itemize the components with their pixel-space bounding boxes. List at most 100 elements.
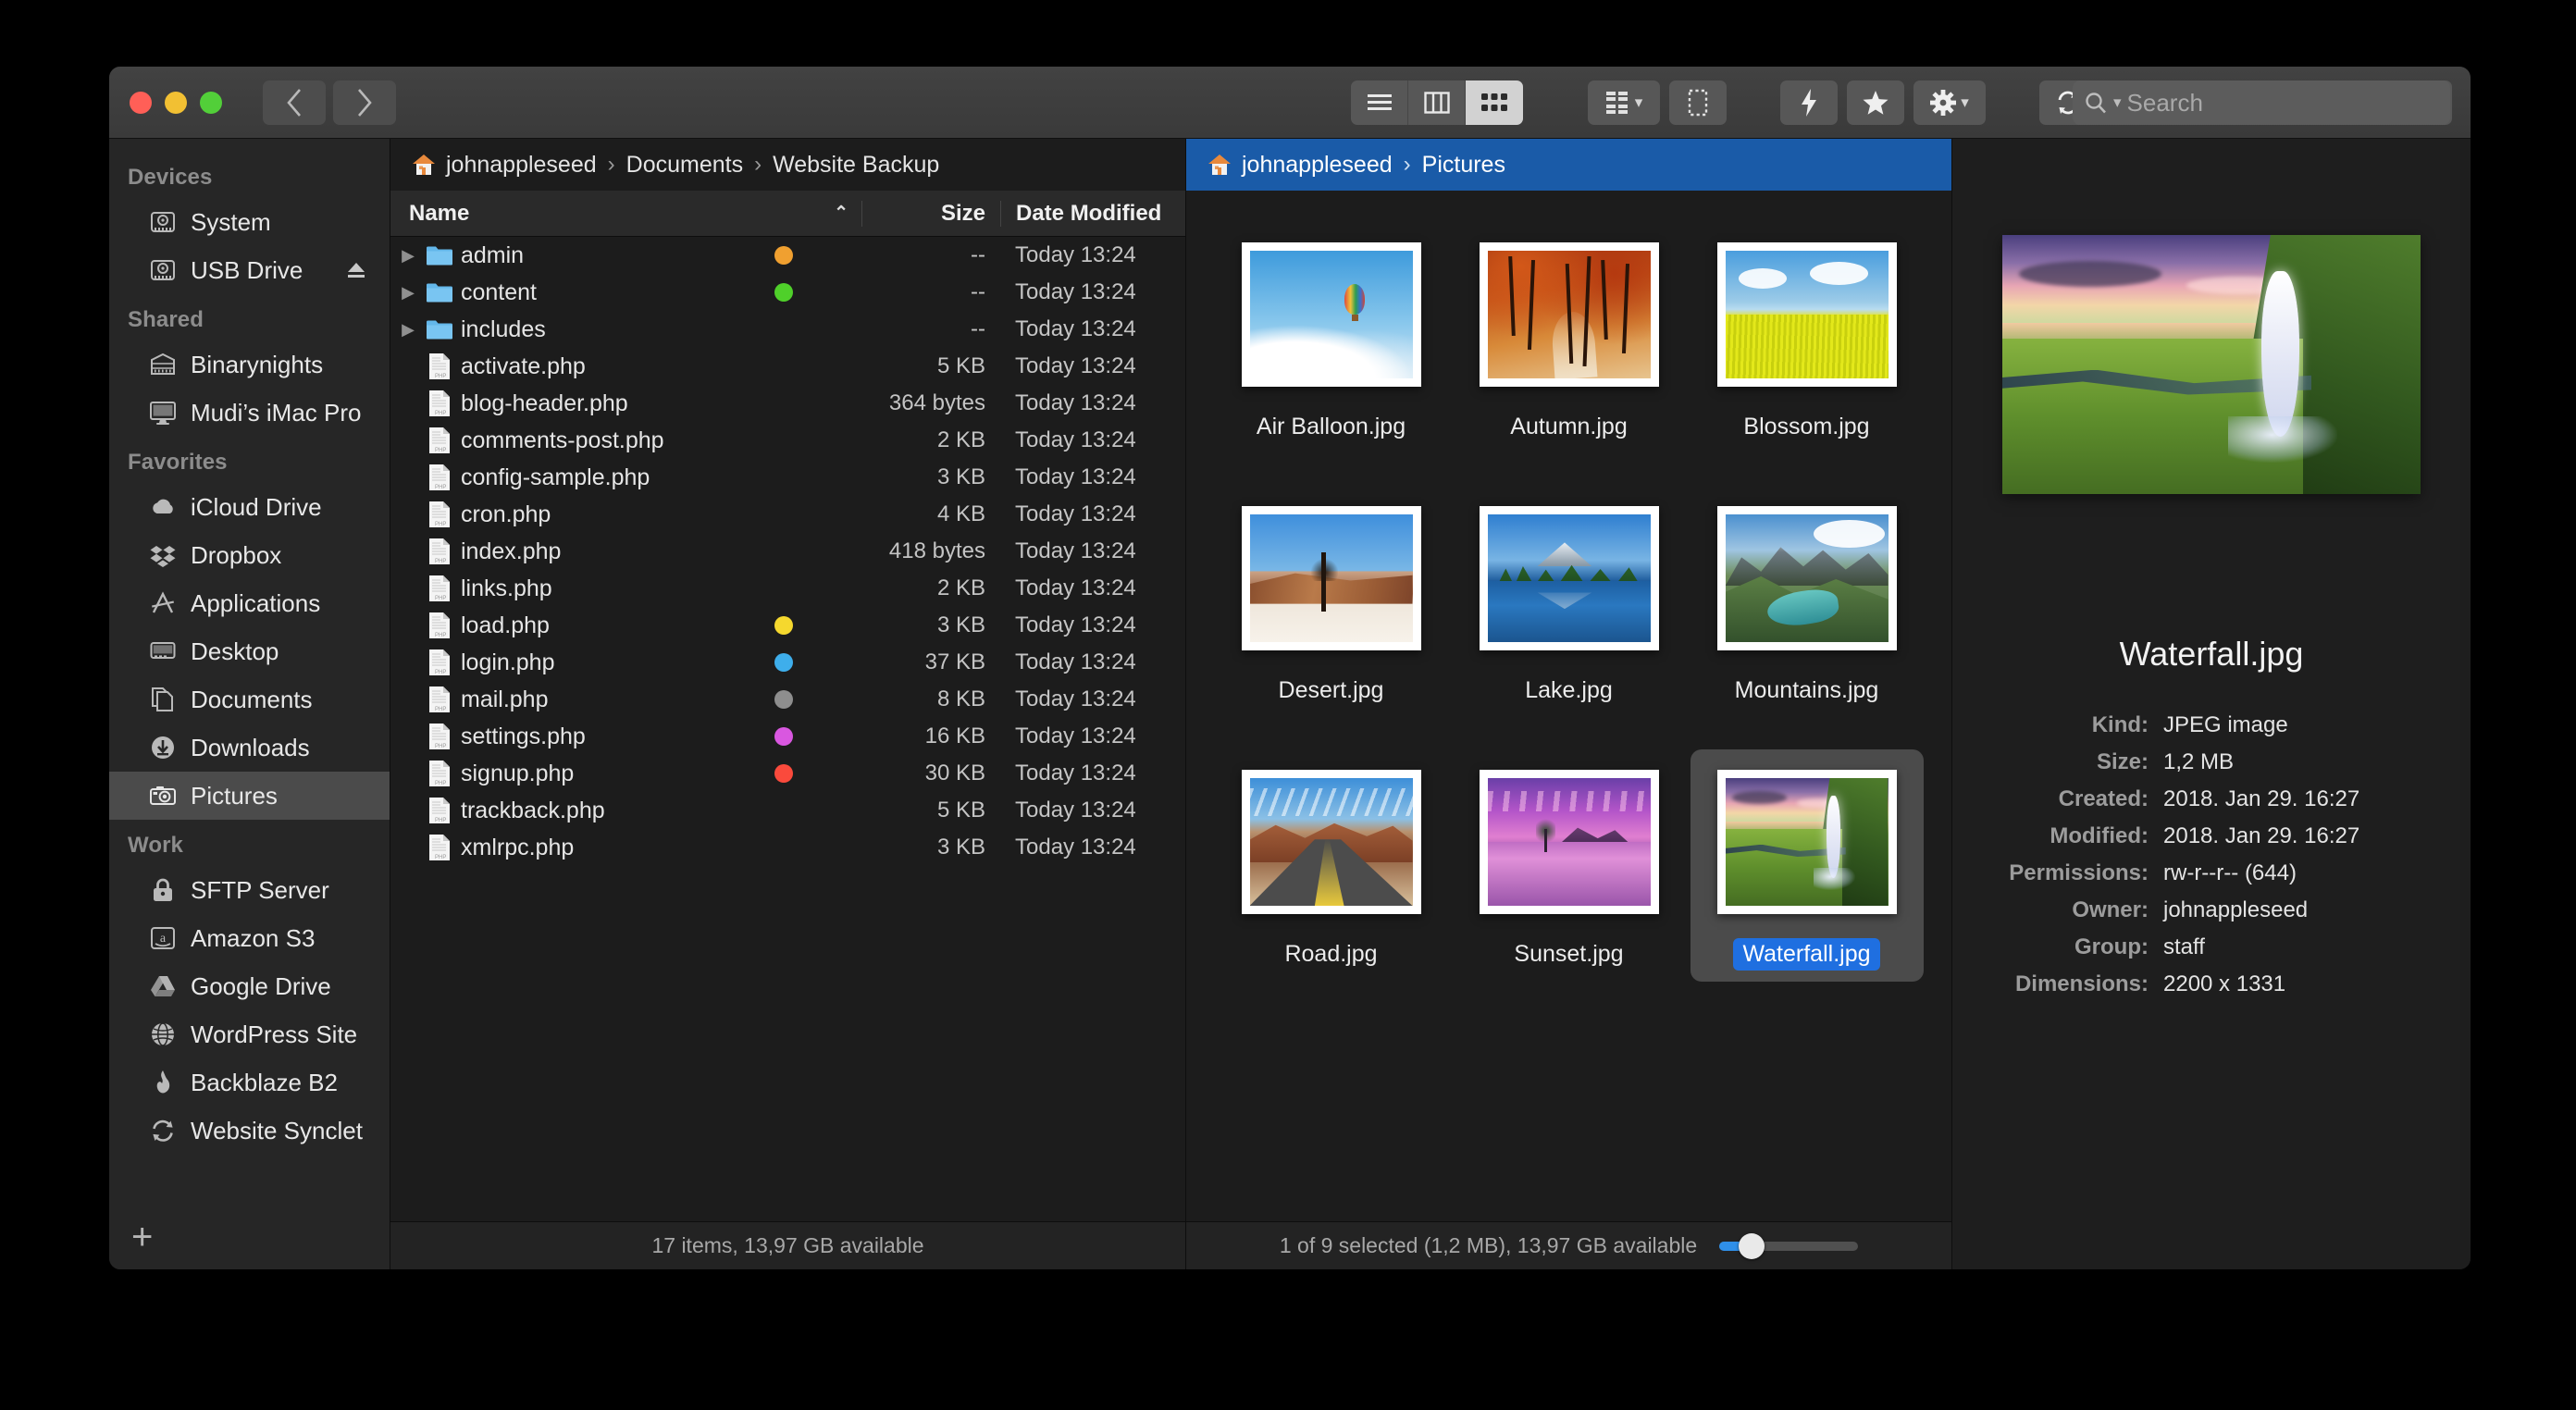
sidebar-item-desktop[interactable]: Desktop — [109, 627, 390, 675]
sidebar-item-label: Applications — [191, 588, 321, 617]
icon-size-slider[interactable] — [1719, 1232, 1859, 1259]
breadcrumb-segment[interactable]: Pictures — [1422, 152, 1505, 179]
metadata-row: Modified: 2018. Jan 29. 16:27 — [1991, 823, 2432, 849]
sidebar-item-usb-drive[interactable]: USB Drive — [109, 246, 390, 294]
sidebar-item-label: Google Drive — [191, 971, 331, 1000]
sidebar-item-sftp-server[interactable]: SFTP Server — [109, 866, 390, 914]
breadcrumb-segment[interactable]: Website Backup — [773, 152, 939, 179]
toolbar: ▾ ▾ ▾ Search — [109, 67, 2471, 139]
table-row[interactable]: ▶ admin -- Today 13:24 — [390, 237, 1185, 274]
file-icon-item[interactable]: Sunset.jpg — [1453, 749, 1686, 982]
table-row[interactable]: PHP signup.php 30 KB Today 13:24 — [390, 755, 1185, 792]
quick-action-button[interactable] — [1780, 80, 1838, 125]
file-name-label: Blossom.jpg — [1743, 414, 1870, 439]
table-row[interactable]: PHP mail.php 8 KB Today 13:24 — [390, 681, 1185, 718]
breadcrumb-segment[interactable]: johnappleseed — [1242, 152, 1393, 179]
file-icon-item[interactable]: Air Balloon.jpg — [1215, 222, 1448, 454]
table-row[interactable]: PHP xmlrpc.php 3 KB Today 13:24 — [390, 829, 1185, 866]
sort-ascending-icon: ⌃ — [834, 204, 848, 223]
tags-button[interactable] — [1669, 80, 1727, 125]
zoom-button[interactable] — [200, 91, 222, 114]
table-row[interactable]: PHP cron.php 4 KB Today 13:24 — [390, 496, 1185, 533]
column-header-size[interactable]: Size — [861, 200, 1000, 227]
file-icon-item[interactable]: Lake.jpg — [1453, 486, 1686, 718]
sidebar-item-website-synclet[interactable]: Website Synclet — [109, 1107, 390, 1155]
list-view-button[interactable] — [1351, 80, 1408, 125]
sidebar-item-binarynights[interactable]: Binarynights — [109, 340, 390, 389]
chevron-down-icon: ▾ — [1961, 93, 1969, 111]
disclosure-triangle-icon[interactable]: ▶ — [398, 246, 418, 266]
icon-view-button[interactable] — [1466, 80, 1523, 125]
file-name-label: mail.php — [461, 686, 549, 712]
table-row[interactable]: PHP links.php 2 KB Today 13:24 — [390, 570, 1185, 607]
sidebar-section-header: Favorites — [128, 450, 228, 475]
metadata-key: Dimensions: — [2014, 971, 2149, 996]
disclosure-triangle-icon[interactable]: ▶ — [398, 283, 418, 303]
favorites-button[interactable] — [1847, 80, 1904, 125]
table-row[interactable]: PHP load.php 3 KB Today 13:24 — [390, 607, 1185, 644]
breadcrumb-list-pane[interactable]: johnappleseed › Documents › Website Backup — [390, 139, 1185, 191]
table-row[interactable]: PHP comments-post.php 2 KB Today 13:24 — [390, 422, 1185, 459]
sidebar-item-mudi-s-imac-pro[interactable]: Mudi’s iMac Pro — [109, 389, 390, 437]
table-row[interactable]: PHP settings.php 16 KB Today 13:24 — [390, 718, 1185, 755]
column-view-button[interactable] — [1408, 80, 1466, 125]
slider-knob[interactable] — [1739, 1232, 1765, 1259]
cell-date: Today 13:24 — [1015, 686, 1136, 711]
php-file-icon: PHP — [426, 760, 453, 787]
navigation-buttons — [263, 80, 396, 125]
table-row[interactable]: PHP index.php 418 bytes Today 13:24 — [390, 533, 1185, 570]
sidebar-item-icloud-drive[interactable]: iCloud Drive — [109, 483, 390, 531]
sidebar-item-backblaze-b2[interactable]: Backblaze B2 — [109, 1058, 390, 1107]
sidebar-item-system[interactable]: System — [109, 198, 390, 246]
file-name-label: Sunset.jpg — [1514, 941, 1624, 967]
minimize-button[interactable] — [165, 91, 187, 114]
table-row[interactable]: PHP blog-header.php 364 bytes Today 13:24 — [390, 385, 1185, 422]
icon-view-pane: johnappleseed › Pictures Air Balloon.jpg Au… — [1186, 139, 1952, 1269]
sidebar-item-amazon-s3[interactable]: a Amazon S3 — [109, 914, 390, 962]
eject-icon[interactable] — [345, 260, 367, 280]
column-header-name[interactable]: Name ⌃ — [390, 201, 861, 227]
close-button[interactable] — [130, 91, 152, 114]
column-header-date[interactable]: Date Modified — [1000, 200, 1185, 227]
file-icon-item[interactable]: Desert.jpg — [1215, 486, 1448, 718]
cell-date: Today 13:24 — [1015, 316, 1136, 341]
cell-name: PHP activate.php — [390, 352, 861, 380]
file-icon-item[interactable]: Blossom.jpg — [1690, 222, 1924, 454]
file-icon-item[interactable]: Waterfall.jpg — [1690, 749, 1924, 982]
sidebar-item-applications[interactable]: Applications — [109, 579, 390, 627]
breadcrumb-segment[interactable]: johnappleseed — [446, 152, 597, 179]
table-row[interactable]: PHP activate.php 5 KB Today 13:24 — [390, 348, 1185, 385]
sidebar-item-downloads[interactable]: Downloads — [109, 724, 390, 772]
search-icon — [2086, 93, 2106, 114]
table-row[interactable]: PHP trackback.php 5 KB Today 13:24 — [390, 792, 1185, 829]
forward-button[interactable] — [333, 80, 396, 125]
file-name-label: settings.php — [461, 723, 586, 749]
file-icon-item[interactable]: Autumn.jpg — [1453, 222, 1686, 454]
table-row[interactable]: PHP config-sample.php 3 KB Today 13:24 — [390, 459, 1185, 496]
sidebar-item-pictures[interactable]: Pictures — [109, 772, 390, 820]
sidebar-add-button[interactable]: + — [109, 1205, 390, 1269]
search-field[interactable]: ▾ Search — [2073, 80, 2450, 125]
file-icon-item[interactable]: Mountains.jpg — [1690, 486, 1924, 718]
file-icon-item[interactable]: Road.jpg — [1215, 749, 1448, 982]
thumbnail-image — [1249, 251, 1413, 378]
settings-button[interactable]: ▾ — [1913, 80, 1986, 125]
disclosure-triangle-icon[interactable]: ▶ — [398, 320, 418, 340]
sidebar-item-wordpress-site[interactable]: WordPress Site — [109, 1010, 390, 1058]
breadcrumb-icon-pane[interactable]: johnappleseed › Pictures — [1186, 139, 1951, 191]
desktop-icon — [148, 637, 178, 666]
table-row[interactable]: PHP login.php 37 KB Today 13:24 — [390, 644, 1185, 681]
sidebar-item-google-drive[interactable]: Google Drive — [109, 962, 390, 1010]
back-button[interactable] — [263, 80, 326, 125]
view-mode-segmented-control[interactable] — [1351, 80, 1523, 125]
file-name-label: Mountains.jpg — [1734, 677, 1879, 703]
group-by-button[interactable]: ▾ — [1588, 80, 1660, 125]
breadcrumb-segment[interactable]: Documents — [626, 152, 743, 179]
table-row[interactable]: ▶ content -- Today 13:24 — [390, 274, 1185, 311]
cell-name: PHP settings.php — [390, 723, 861, 750]
sidebar-item-dropbox[interactable]: Dropbox — [109, 531, 390, 579]
sidebar-item-label: Mudi’s iMac Pro — [191, 398, 362, 427]
search-placeholder: Search — [2126, 88, 2203, 117]
sidebar-item-documents[interactable]: Documents — [109, 675, 390, 724]
table-row[interactable]: ▶ includes -- Today 13:24 — [390, 311, 1185, 348]
